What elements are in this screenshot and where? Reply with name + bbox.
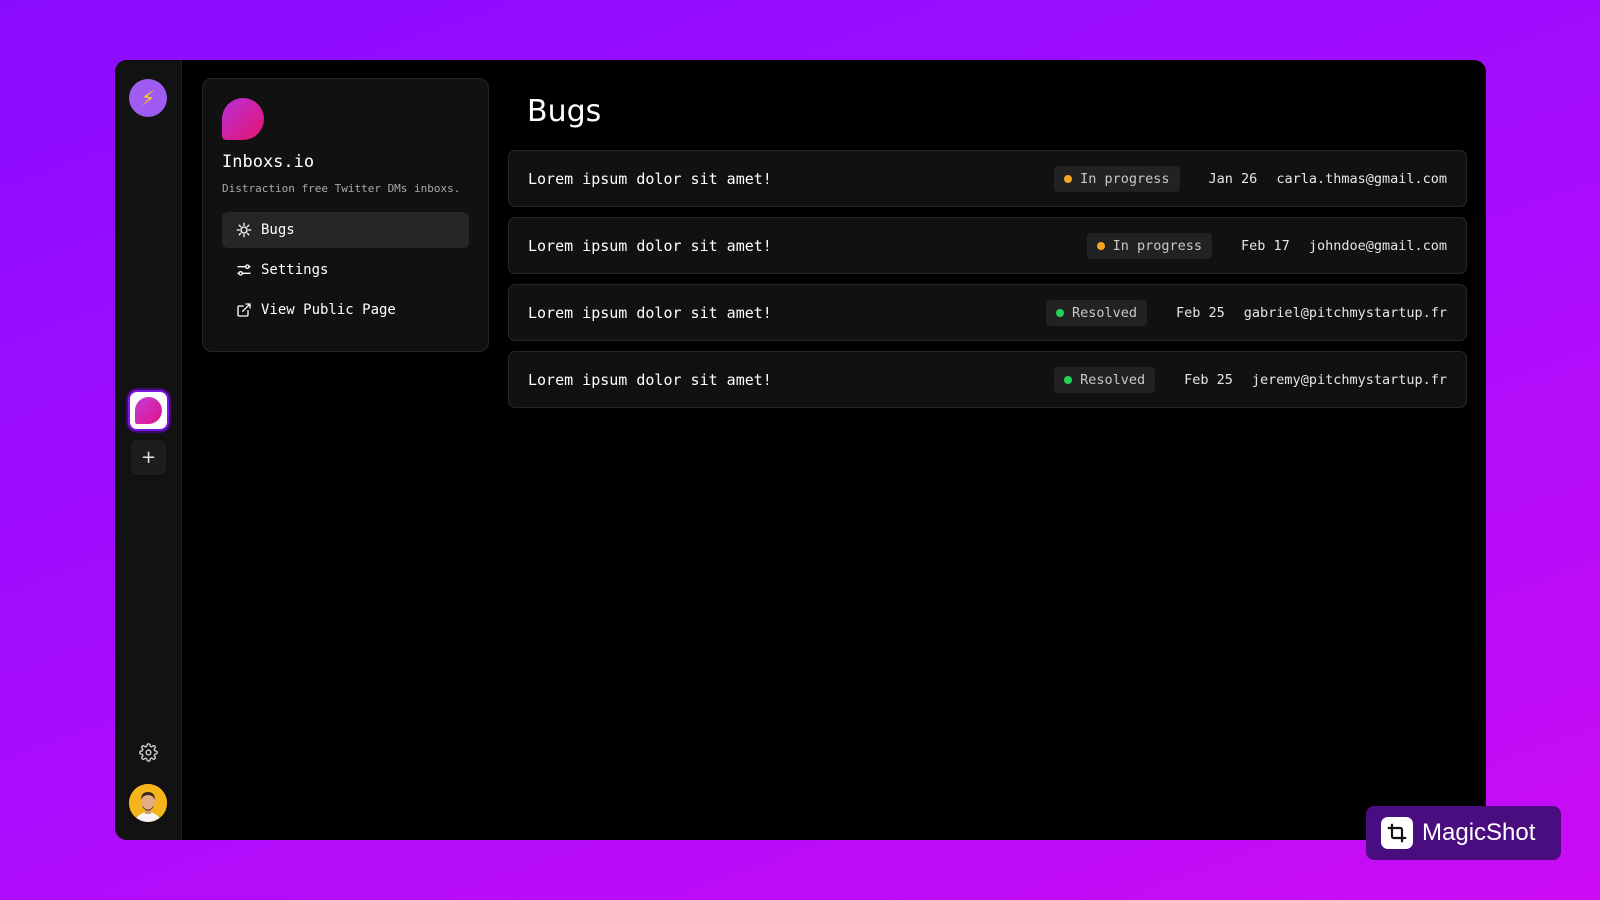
nav-item-label: View Public Page	[261, 302, 396, 318]
bug-row[interactable]: Lorem ipsum dolor sit amet! In progress …	[508, 150, 1467, 207]
bug-title: Lorem ipsum dolor sit amet!	[528, 236, 772, 255]
project-logo-icon	[135, 397, 162, 424]
project-switcher-inboxs[interactable]	[128, 390, 169, 431]
bug-date: Jan 26	[1208, 170, 1258, 187]
nav-item-settings[interactable]: Settings	[222, 252, 469, 288]
status-badge: In progress	[1086, 232, 1213, 259]
status-badge: Resolved	[1045, 299, 1148, 326]
gear-icon[interactable]	[139, 743, 158, 762]
magicshot-watermark: MagicShot	[1366, 806, 1561, 860]
status-dot-icon	[1064, 174, 1073, 183]
bug-date: Feb 25	[1176, 304, 1225, 321]
project-sidebar: Inboxs.io Distraction free Twitter DMs i…	[202, 78, 489, 352]
bug-list: Lorem ipsum dolor sit amet! In progress …	[508, 150, 1467, 408]
status-label: Resolved	[1071, 304, 1138, 321]
bug-reporter-email: jeremy@pitchmystartup.fr	[1251, 371, 1447, 388]
page-title: Bugs	[527, 94, 602, 129]
avatar-portrait-icon	[129, 784, 167, 822]
bug-date: Feb 25	[1184, 371, 1233, 388]
bug-title: Lorem ipsum dolor sit amet!	[528, 169, 772, 188]
bug-row[interactable]: Lorem ipsum dolor sit amet! In progress …	[508, 217, 1467, 274]
bug-reporter-email: carla.thmas@gmail.com	[1276, 170, 1447, 187]
bug-title: Lorem ipsum dolor sit amet!	[528, 303, 772, 322]
bug-title: Lorem ipsum dolor sit amet!	[528, 370, 772, 389]
external-link-icon	[237, 303, 251, 317]
status-badge: In progress	[1054, 165, 1180, 192]
bug-row[interactable]: Lorem ipsum dolor sit amet! Resolved Feb…	[508, 284, 1467, 341]
main-content: Bugs Lorem ipsum dolor sit amet! In prog…	[508, 60, 1467, 418]
nav-item-view-public-page[interactable]: View Public Page	[222, 292, 469, 328]
app-window: ⚡ + Inboxs.io Distraction free Twitter D…	[115, 60, 1486, 840]
status-label: In progress	[1112, 237, 1203, 254]
nav-item-bugs[interactable]: Bugs	[222, 212, 469, 248]
status-dot-icon	[1064, 375, 1073, 384]
add-project-button[interactable]: +	[131, 440, 166, 475]
app-rail: ⚡ +	[115, 60, 182, 840]
nav-item-label: Settings	[261, 262, 329, 278]
bug-date: Feb 17	[1241, 237, 1290, 254]
nav-item-label: Bugs	[261, 222, 295, 238]
bug-icon	[236, 222, 252, 238]
bug-reporter-email: gabriel@pitchmystartup.fr	[1243, 304, 1447, 321]
status-badge: Resolved	[1054, 366, 1156, 393]
status-dot-icon	[1096, 241, 1105, 250]
status-label: Resolved	[1080, 371, 1146, 388]
status-label: In progress	[1080, 170, 1170, 187]
project-nav: Bugs Settings View Public Page	[222, 212, 469, 328]
status-dot-icon	[1055, 308, 1064, 317]
app-logo-lightning-icon[interactable]: ⚡	[129, 79, 167, 117]
project-logo-icon	[222, 98, 264, 140]
project-name: Inboxs.io	[222, 152, 315, 172]
crop-icon	[1381, 817, 1413, 849]
project-description: Distraction free Twitter DMs inboxs.	[222, 182, 461, 195]
bug-row[interactable]: Lorem ipsum dolor sit amet! Resolved Feb…	[508, 351, 1467, 408]
user-avatar[interactable]	[129, 784, 167, 822]
bug-reporter-email: johndoe@gmail.com	[1308, 237, 1447, 254]
watermark-label: MagicShot	[1422, 819, 1536, 846]
sliders-icon	[237, 264, 251, 276]
